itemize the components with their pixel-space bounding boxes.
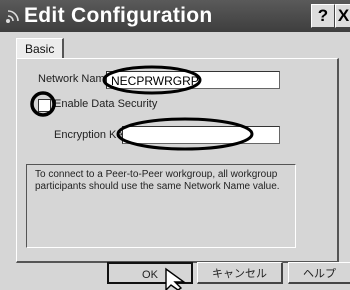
close-button[interactable]: X: [335, 4, 350, 28]
cancel-button[interactable]: キャンセル: [197, 262, 283, 284]
info-note: To connect to a Peer-to-Peer workgroup, …: [26, 164, 296, 248]
tab-basic[interactable]: Basic: [16, 38, 65, 59]
enable-data-security-label[interactable]: Enable Data Security: [54, 98, 157, 110]
wireless-signal-icon: [4, 7, 22, 25]
encryption-key-field[interactable]: [122, 126, 280, 144]
network-name-field[interactable]: NECPRWRGRP: [106, 71, 280, 89]
network-name-label: Network Name: [38, 73, 111, 85]
title-bar[interactable]: Edit Configuration ? X: [0, 0, 350, 32]
encryption-key-label: Encryption Key: [54, 129, 128, 141]
window-title: Edit Configuration: [24, 4, 213, 27]
enable-data-security-checkbox[interactable]: [38, 99, 51, 112]
help-button[interactable]: ?: [311, 4, 335, 28]
ok-button[interactable]: OK: [107, 262, 193, 284]
help-dialog-button[interactable]: ヘルプ: [288, 262, 350, 284]
